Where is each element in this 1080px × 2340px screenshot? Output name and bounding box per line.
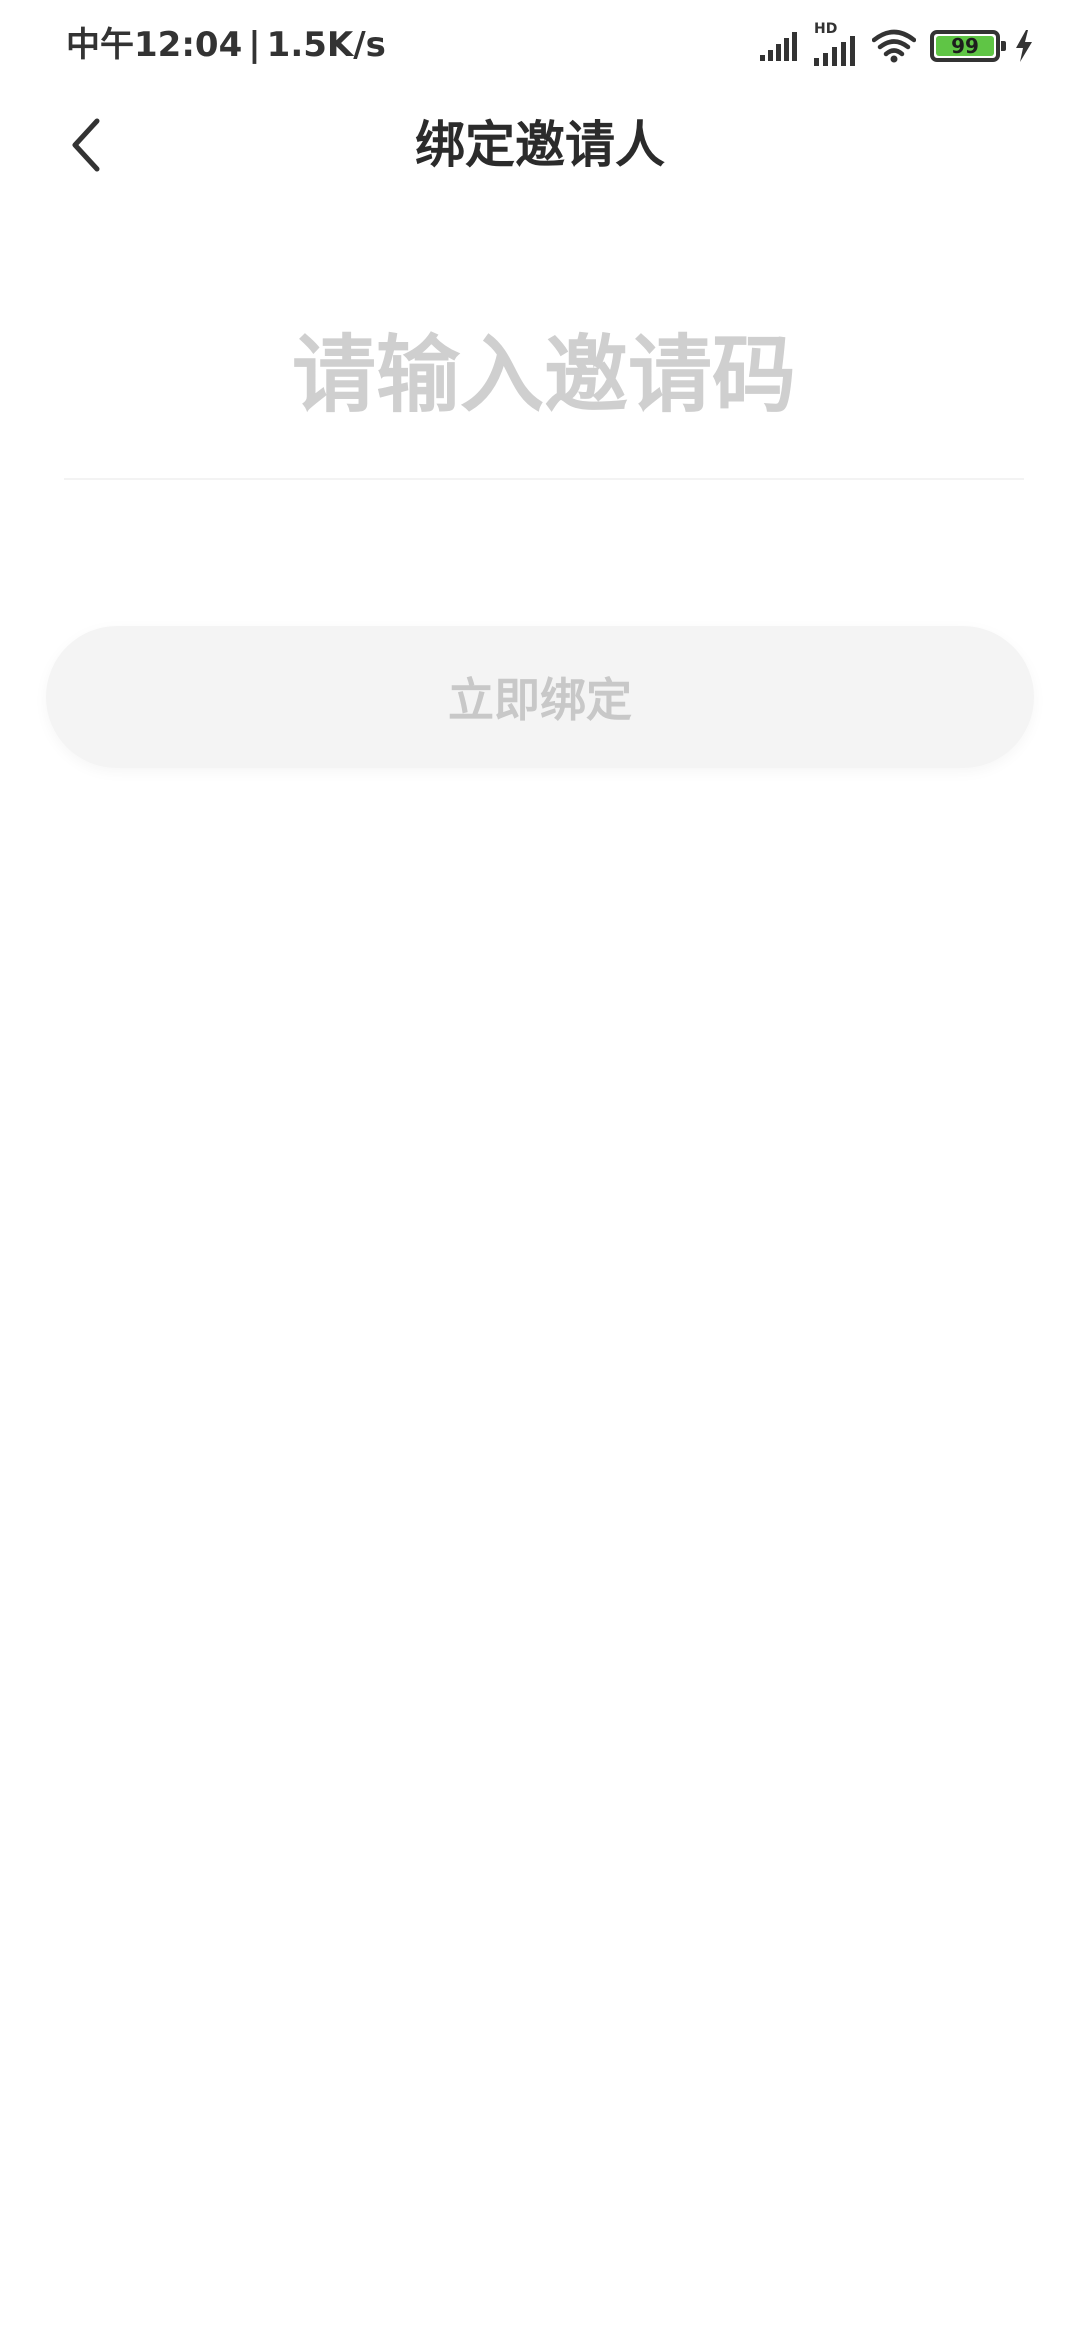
invite-code-input[interactable] — [64, 300, 1024, 450]
wifi-icon — [872, 29, 916, 63]
status-net-speed: 1.5K/s — [266, 25, 386, 65]
charging-bolt-icon — [1016, 30, 1032, 62]
status-right: HD 99 — [760, 22, 1034, 70]
screen: 中午12:04 | 1.5K/s HD 99 绑定邀请人 请输入邀请码 立即绑定 — [0, 0, 1080, 2340]
page-title: 绑定邀请人 — [415, 116, 665, 174]
hd-label: HD — [814, 21, 838, 37]
status-separator: | — [248, 25, 261, 65]
nav-bar: 绑定邀请人 — [0, 90, 1080, 200]
status-bar: 中午12:04 | 1.5K/s HD 99 — [0, 0, 1080, 90]
cell-signal-icon — [760, 32, 797, 61]
status-time: 中午12:04 — [66, 25, 243, 65]
battery-icon: 99 — [930, 30, 1006, 62]
hd-cell-signal-icon: HD — [814, 22, 858, 66]
battery-level: 99 — [951, 34, 979, 58]
status-left: 中午12:04 | 1.5K/s — [66, 22, 386, 68]
invite-code-field — [64, 300, 1024, 480]
bind-now-button[interactable]: 立即绑定 — [46, 626, 1034, 768]
